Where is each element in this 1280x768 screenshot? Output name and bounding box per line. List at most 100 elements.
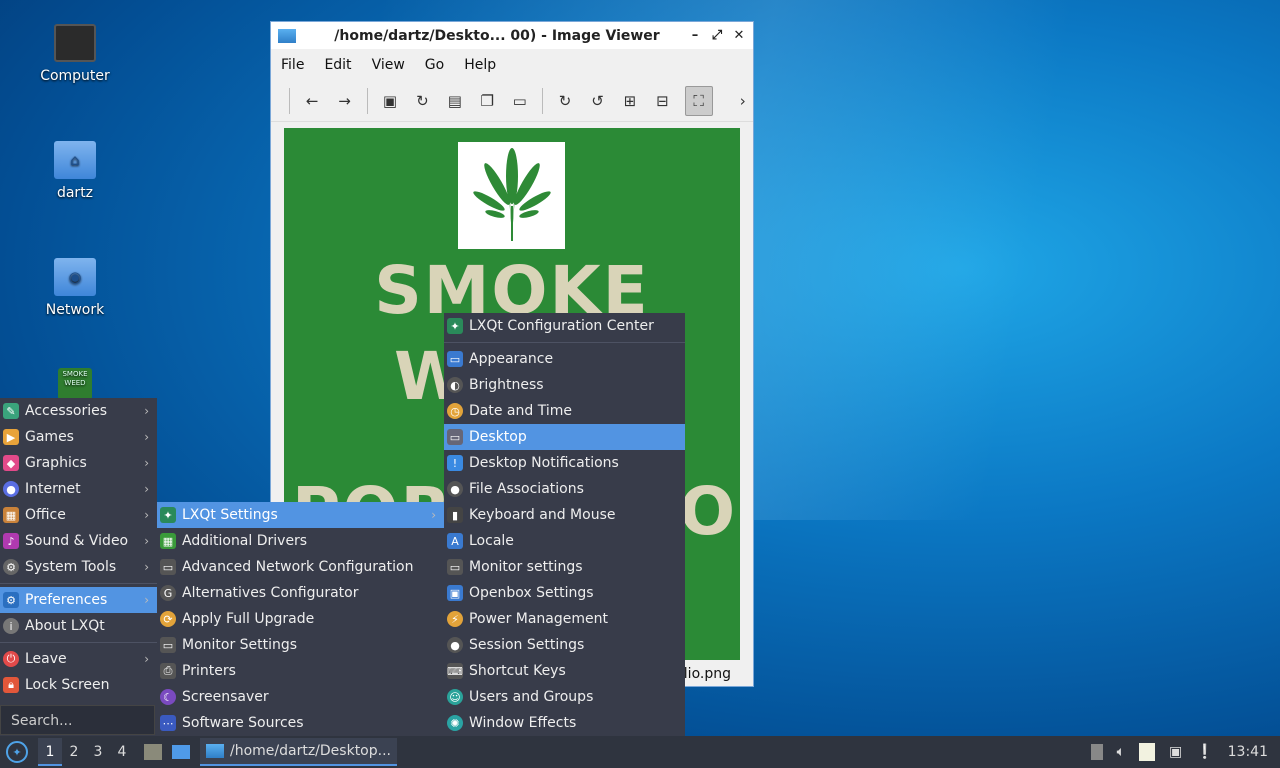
desktop-switch-3[interactable]: 3 [86,744,110,760]
menu-item-apply-full-upgrade[interactable]: ⟳ Apply Full Upgrade [157,606,444,632]
menu-item-graphics[interactable]: ◆ Graphics › [0,450,157,476]
menu-edit[interactable]: Edit [324,57,351,73]
file-associations-icon: ● [447,481,463,497]
poster-text-line: O [679,473,738,550]
start-menu-icon[interactable]: ✦ [6,741,28,763]
rotate-clockwise-icon[interactable]: ↻ [555,90,575,112]
menu-item-printers[interactable]: ⎙ Printers [157,658,444,684]
desktop-icon-network[interactable]: ◉ Network [20,258,130,318]
open-file-icon[interactable]: ▣ [380,90,400,112]
software-sources-icon: ⋯ [160,715,176,731]
show-desktop-icon[interactable] [172,745,190,759]
menu-item-brightness[interactable]: ◐ Brightness [444,372,685,398]
menu-item-desktop[interactable]: ▭ Desktop [444,424,685,450]
desktop-icon-home[interactable]: ⌂ dartz [20,141,130,201]
menu-item-configuration-center[interactable]: ✦ LXQt Configuration Center [444,313,685,339]
rotate-counterclockwise-icon[interactable]: ↺ [587,90,607,112]
desktop-switch-4[interactable]: 4 [110,744,134,760]
window-titlebar[interactable]: /home/dartz/Deskto... 00) - Image Viewer… [271,22,753,49]
menu-item-system-tools[interactable]: ⚙ System Tools › [0,554,157,580]
menu-go[interactable]: Go [425,57,444,73]
mouse-icon: ▮ [447,507,463,523]
menu-item-label: Software Sources [182,715,304,731]
appearance-icon: ▭ [447,351,463,367]
menu-item-file-associations[interactable]: ● File Associations [444,476,685,502]
menu-item-office[interactable]: ▦ Office › [0,502,157,528]
menu-item-label: Desktop [469,429,527,445]
menu-item-label: Brightness [469,377,544,393]
menu-item-label: Desktop Notifications [469,455,619,471]
menu-separator [444,342,685,343]
back-arrow-icon[interactable]: ← [302,90,322,112]
copy-icon[interactable]: ❐ [477,90,497,112]
zoom-in-icon[interactable]: ⊞ [620,90,640,112]
monitor-icon: ▭ [160,637,176,653]
file-manager-launcher-icon[interactable] [144,744,162,760]
monitor-icon: ▭ [447,559,463,575]
more-tools-chevron-icon[interactable]: › [733,90,753,112]
menu-search-input[interactable]: Search... [0,705,155,735]
menu-item-lxqt-settings[interactable]: ✦ LXQt Settings › [157,502,444,528]
desktop-icon-label: dartz [56,185,94,201]
menu-item-desktop-notifications[interactable]: ! Desktop Notifications [444,450,685,476]
menu-item-sound-video[interactable]: ♪ Sound & Video › [0,528,157,554]
taskbar: ✦ 1 2 3 4 /home/dartz/Desktop... 🔈︎ ▣ ❕ … [0,736,1280,768]
openbox-icon: ▣ [447,585,463,601]
menu-help[interactable]: Help [464,57,496,73]
menu-item-openbox-settings[interactable]: ▣ Openbox Settings [444,580,685,606]
maximize-icon[interactable]: ⤢ [709,28,725,43]
menu-item-appearance[interactable]: ▭ Appearance [444,346,685,372]
menu-item-monitor-settings-lxqt[interactable]: ▭ Monitor settings [444,554,685,580]
update-notifier-icon[interactable]: ❕ [1196,744,1213,760]
menu-file[interactable]: File [281,57,304,73]
menu-item-internet[interactable]: ● Internet › [0,476,157,502]
menu-item-session-settings[interactable]: ● Session Settings [444,632,685,658]
menu-item-preferences[interactable]: ⚙ Preferences › [0,587,157,613]
menu-item-shortcut-keys[interactable]: ⌨ Shortcut Keys [444,658,685,684]
desktop-switch-1[interactable]: 1 [38,738,62,766]
games-icon: ▶ [3,429,19,445]
menu-item-games[interactable]: ▶ Games › [0,424,157,450]
reload-icon[interactable]: ↻ [412,90,432,112]
desktop-icon-computer[interactable]: Computer [20,24,130,84]
zoom-out-icon[interactable]: ⊟ [652,90,672,112]
forward-arrow-icon[interactable]: → [334,90,354,112]
minimize-icon[interactable]: – [687,28,703,43]
notification-icon: ! [447,455,463,471]
menu-item-accessories[interactable]: ✎ Accessories › [0,398,157,424]
menu-item-label: Power Management [469,611,609,627]
desktop-switch-2[interactable]: 2 [62,744,86,760]
fit-to-window-icon[interactable]: ⛶ [684,86,713,116]
volume-icon[interactable]: 🔈︎ [1117,744,1125,760]
menu-item-additional-drivers[interactable]: ▦ Additional Drivers [157,528,444,554]
menu-item-about[interactable]: i About LXQt [0,613,157,639]
menu-view[interactable]: View [372,57,405,73]
menu-item-keyboard-mouse[interactable]: ▮ Keyboard and Mouse [444,502,685,528]
menu-item-date-time[interactable]: ◷ Date and Time [444,398,685,424]
menu-item-advanced-network[interactable]: ▭ Advanced Network Configuration [157,554,444,580]
menu-item-alternatives[interactable]: G Alternatives Configurator [157,580,444,606]
save-icon[interactable]: ▤ [445,90,465,112]
network-tray-icon[interactable]: ▣ [1169,744,1182,760]
clock[interactable]: 13:41 [1228,744,1268,760]
menu-item-screensaver[interactable]: ☾ Screensaver [157,684,444,710]
menu-item-users-groups[interactable]: ☺ Users and Groups [444,684,685,710]
menu-item-label: File Associations [469,481,584,497]
info-icon: i [3,618,19,634]
tray-arrow-icon[interactable] [1090,744,1103,760]
menu-item-label: System Tools [25,559,117,575]
menu-item-label: Monitor Settings [182,637,298,653]
close-icon[interactable]: ✕ [731,28,747,43]
taskbar-task-image-viewer[interactable]: /home/dartz/Desktop... [200,738,397,766]
power-icon: ⏻ [3,651,19,667]
menu-item-locale[interactable]: A Locale [444,528,685,554]
menu-item-software-sources[interactable]: ⋯ Software Sources [157,710,444,736]
clipboard-icon[interactable] [1138,743,1155,761]
menu-item-window-effects[interactable]: ✺ Window Effects [444,710,685,736]
menu-item-lock-screen[interactable]: 🔒︎ Lock Screen [0,672,157,698]
paste-icon[interactable]: ▭ [509,90,529,112]
menu-item-leave[interactable]: ⏻ Leave › [0,646,157,672]
menu-item-power-management[interactable]: ⚡︎ Power Management [444,606,685,632]
menu-item-monitor-settings[interactable]: ▭ Monitor Settings [157,632,444,658]
internet-icon: ● [3,481,19,497]
